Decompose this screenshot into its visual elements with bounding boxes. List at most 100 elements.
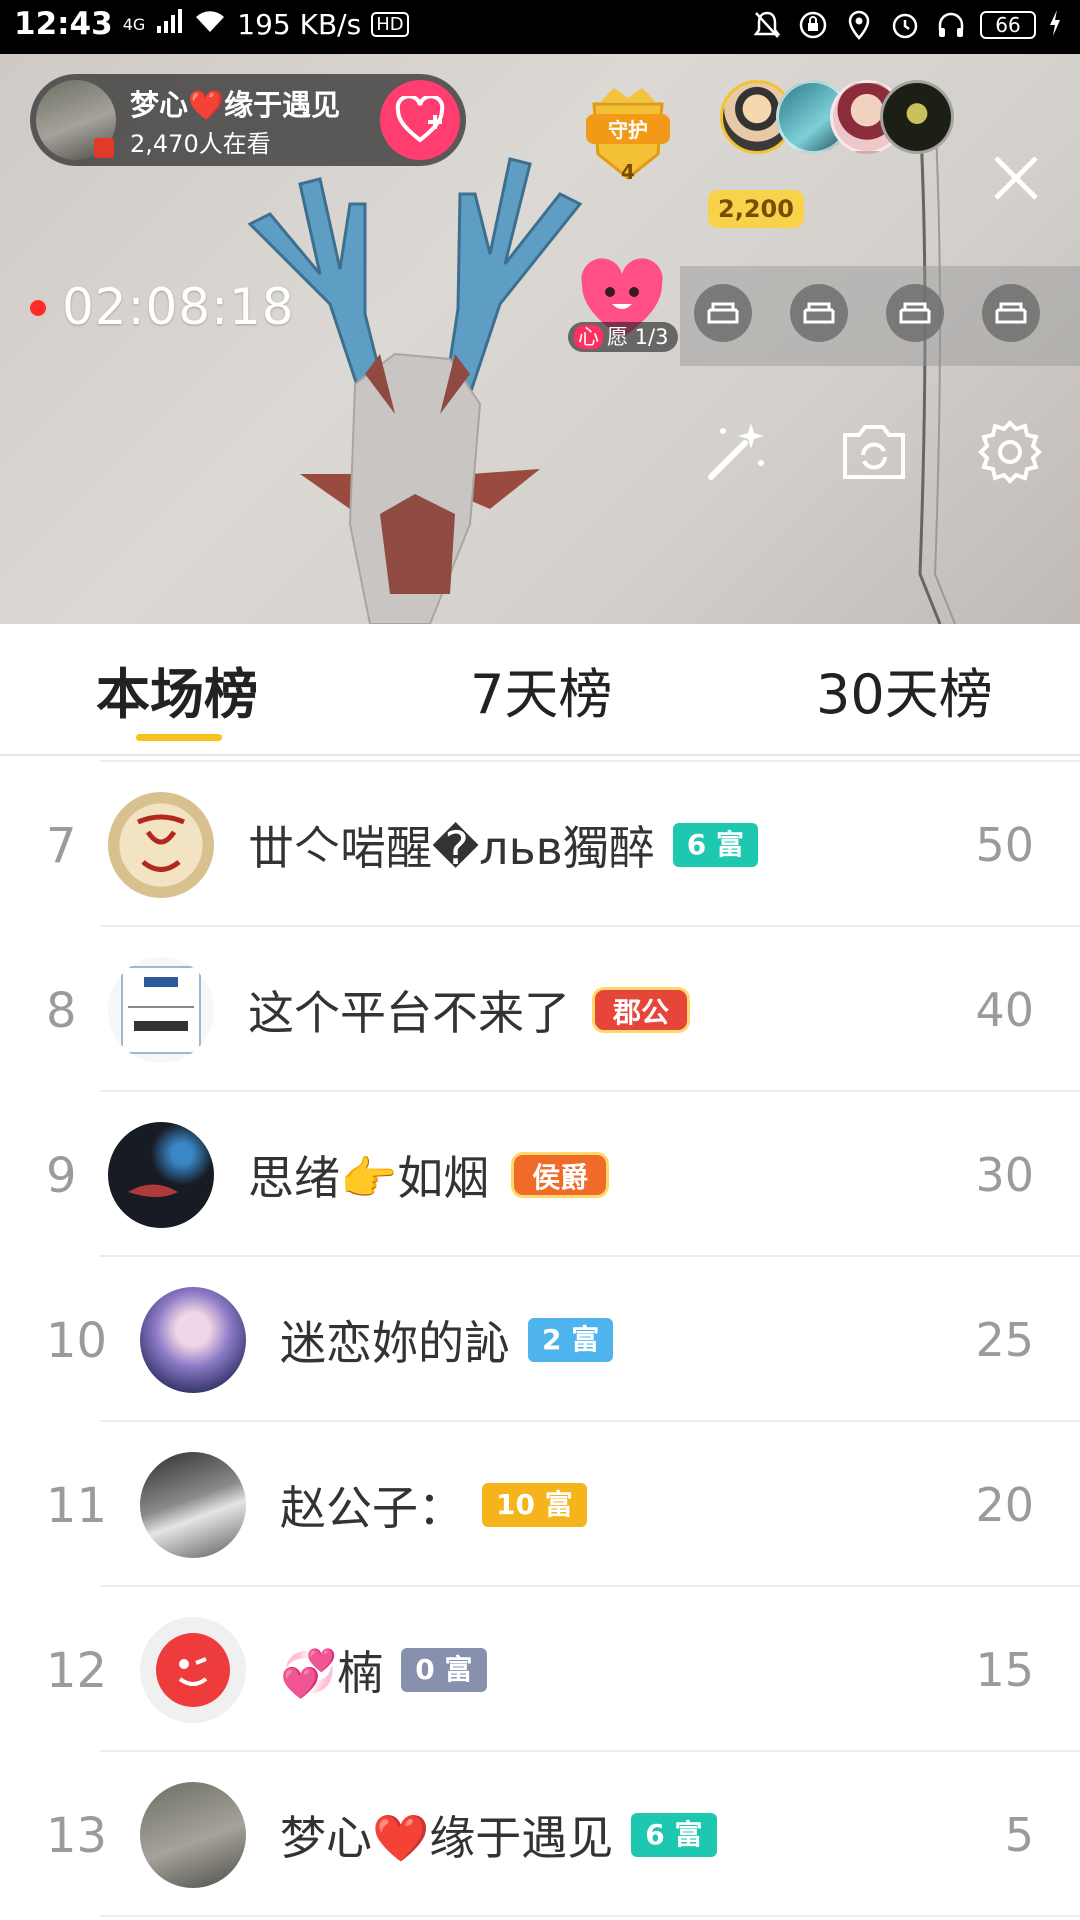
gear-icon [978,420,1042,484]
sofa-icon [803,302,835,324]
calligraphy-logo-icon [137,814,185,872]
rank-number: 13 [46,1808,108,1864]
alarm-icon [888,8,922,42]
headphones-icon [934,8,968,42]
ranking-row[interactable]: 11 赵公子： 10 富 20 [0,1422,1080,1587]
guard-badge[interactable]: 守护 4 [580,80,676,190]
user-name: 丗亽啱醒�льв獨醉 [248,821,655,875]
settings-button[interactable] [972,414,1048,490]
signal-icon [155,6,183,42]
user-avatar[interactable] [108,792,214,898]
ranking-list: 7 丗亽啱醒�льв獨醉 6 富 50 8 这个平台不来了 郡公 40 9 思绪👉如… [0,762,1080,1917]
status-time: 12:43 [14,6,113,42]
sofa-icon [899,302,931,324]
live-timer: 02:08:18 [62,278,295,336]
contribution-score: 40 [975,983,1034,1037]
rank-number: 8 [46,983,77,1039]
wifi-icon [193,6,227,42]
user-name: 💞楠 [280,1646,384,1700]
charging-icon [1048,9,1062,41]
guard-label: 守护 [608,118,648,142]
wealth-badge: 6 富 [672,823,759,867]
row-divider [100,1915,1080,1917]
battery-indicator: 66 [980,11,1036,39]
rank-number: 7 [46,818,77,874]
ranking-row[interactable]: 13 梦心❤️缘于遇见 6 富 5 [0,1752,1080,1917]
ranking-row[interactable]: 7 丗亽啱醒�льв獨醉 6 富 50 [0,762,1080,927]
rank-number: 12 [46,1643,108,1699]
tab-30-days[interactable]: 30天榜 [816,650,993,729]
tab-7-days[interactable]: 7天榜 [470,650,612,729]
wink-face-icon [156,1633,230,1707]
wealth-badge: 10 富 [482,1483,587,1527]
certificate-image-icon [121,966,201,1054]
sofa-icon [707,302,739,324]
contribution-score: 20 [975,1478,1034,1532]
user-name: 思绪👉如烟 [248,1151,490,1205]
coin-count-badge: 2,200 [708,190,804,228]
wish-progress-text: 愿 1/3 [607,325,669,349]
mic-seat-3[interactable] [886,284,944,342]
host-info-pill[interactable]: 梦心❤️缘于遇见 2,470人在看 [30,74,466,166]
location-icon [842,8,876,42]
follow-button[interactable] [380,80,460,160]
user-name: 这个平台不来了 [248,986,570,1040]
beauty-filter-button[interactable] [698,414,774,490]
rank-number: 11 [46,1478,108,1534]
contribution-score: 25 [975,1313,1034,1367]
wealth-badge: 0 富 [401,1648,487,1692]
ranking-row[interactable]: 12 💞楠 0 富 15 [0,1587,1080,1752]
magic-wand-icon [708,423,764,480]
mic-seat-1[interactable] [694,284,752,342]
host-name: 梦心❤️缘于遇见 [130,88,341,122]
user-avatar[interactable] [108,1122,214,1228]
ranking-row[interactable]: 10 迷恋妳的訫 2 富 25 [0,1257,1080,1422]
ranking-row[interactable]: 8 这个平台不来了 郡公 40 [0,927,1080,1092]
hd-icon: HD [371,11,409,37]
ranking-row[interactable]: 9 思绪👉如烟 侯爵 30 [0,1092,1080,1257]
status-bar: 12:43 4G 195 KB/s HD 66 [0,0,1080,54]
contribution-score: 15 [975,1643,1034,1697]
rank-number: 9 [46,1148,77,1204]
flip-camera-button[interactable] [836,414,912,490]
active-tab-indicator [136,734,222,741]
mic-seat-2[interactable] [790,284,848,342]
rank-number: 10 [46,1313,108,1369]
contribution-score: 30 [975,1148,1034,1202]
mic-seat-4[interactable] [982,284,1040,342]
flip-camera-icon [843,425,905,479]
wish-label-mark: 心 [574,325,603,349]
hand-image-icon [128,1184,178,1197]
user-name: 赵公子： [280,1481,464,1535]
contribution-score: 50 [975,818,1034,872]
wealth-badge: 2 富 [528,1318,614,1362]
user-name: 迷恋妳的訫 [280,1316,510,1370]
viewer-count: 2,470人在看 [130,130,271,158]
user-name: 梦心❤️缘于遇见 [280,1811,614,1865]
user-avatar[interactable] [140,1452,246,1558]
tab-this-session[interactable]: 本场榜 [96,650,258,729]
guard-count: 4 [621,160,635,184]
heart-plus-icon [395,96,445,143]
wealth-badge: 6 富 [631,1813,717,1857]
title-badge: 侯爵 [511,1152,610,1198]
sofa-icon [995,302,1027,324]
mute-bell-icon [750,8,784,42]
host-flag-badge [94,138,114,158]
title-badge: 郡公 [592,987,691,1033]
network-type: 4G [122,14,146,34]
live-video-area[interactable]: 梦心❤️缘于遇见 2,470人在看 守护 4 2,200 02:08:18 心 … [0,54,1080,624]
network-speed: 195 KB/s [237,7,362,41]
top-viewer-avatar-4[interactable] [880,80,954,154]
user-avatar[interactable] [108,957,214,1063]
lock-rotation-icon [796,8,830,42]
wish-progress-label: 心愿 1/3 [568,322,679,352]
user-avatar[interactable] [140,1617,246,1723]
contribution-score: 5 [1004,1808,1034,1862]
close-button[interactable] [988,150,1044,206]
user-avatar[interactable] [140,1782,246,1888]
recording-dot [30,300,46,316]
close-icon [994,156,1038,200]
user-avatar[interactable] [140,1287,246,1393]
ranking-tabs: 本场榜 7天榜 30天榜 [0,624,1080,754]
